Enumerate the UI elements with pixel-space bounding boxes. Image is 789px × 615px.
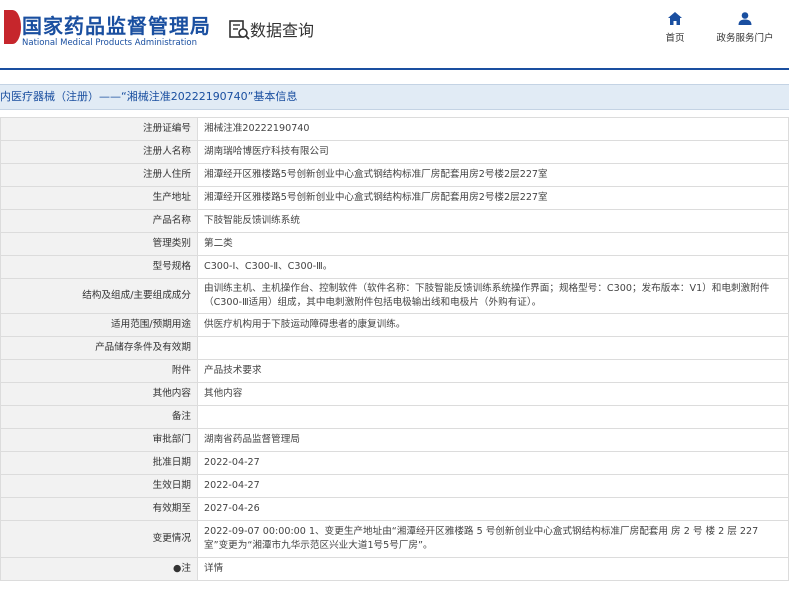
info-row: 产品名称 下肢智能反馈训练系统 — [0, 209, 789, 233]
field-value: C300-Ⅰ、C300-Ⅱ、C300-Ⅲ。 — [197, 255, 789, 279]
info-row: 批准日期 2022-04-27 — [0, 451, 789, 475]
field-value: 湖南省药品监督管理局 — [197, 428, 789, 452]
field-label: 批准日期 — [0, 451, 198, 475]
field-value: 供医疗机构用于下肢运动障碍患者的康复训练。 — [197, 313, 789, 337]
nav-home-link[interactable]: 首页 — [653, 12, 697, 44]
info-row: 注册人住所 湘潭经开区雅楼路5号创新创业中心盒式钢结构标准厂房配套用房2号楼2层2… — [0, 163, 789, 187]
nav-portal-link[interactable]: 政务服务门户 — [710, 12, 780, 44]
info-row: 注册人名称 湖南瑞哈博医疗科技有限公司 — [0, 140, 789, 164]
user-icon — [738, 12, 752, 25]
field-value: 湘潭经开区雅楼路5号创新创业中心盒式钢结构标准厂房配套用房2号楼2层227室 — [197, 163, 789, 187]
header-divider — [0, 68, 789, 70]
field-label: 型号规格 — [0, 255, 198, 279]
field-value: 由训练主机、主机操作台、控制软件（软件名称：下肢智能反馈训练系统操作界面；规格型… — [197, 278, 789, 314]
field-label: 注册人住所 — [0, 163, 198, 187]
data-query-title: 数据查询 — [250, 21, 315, 40]
field-label: 有效期至 — [0, 497, 198, 521]
logo-title-cn: 国家药品监督管理局 — [22, 14, 211, 38]
field-value — [197, 405, 789, 429]
field-value: 第二类 — [197, 232, 789, 256]
field-label: 产品名称 — [0, 209, 198, 233]
field-value: 2022-04-27 — [197, 451, 789, 475]
logo-title-en: National Medical Products Administration — [22, 38, 197, 48]
info-row: 适用范围/预期用途 供医疗机构用于下肢运动障碍患者的康复训练。 — [0, 313, 789, 337]
info-row: 附件 产品技术要求 — [0, 359, 789, 383]
field-label: 附件 — [0, 359, 198, 383]
nmpa-logo-icon — [4, 10, 21, 44]
device-info-table: 注册证编号 湘械注准20222190740 注册人名称 湖南瑞哈博医疗科技有限公司 注册… — [0, 117, 789, 581]
field-value: 湘潭经开区雅楼路5号创新创业中心盒式钢结构标准厂房配套用房2号楼2层227室 — [197, 186, 789, 210]
details-link[interactable]: 详情 — [197, 557, 789, 581]
info-row: 生产地址 湘潭经开区雅楼路5号创新创业中心盒式钢结构标准厂房配套用房2号楼2层22… — [0, 186, 789, 210]
field-value: 2022-04-27 — [197, 474, 789, 498]
field-value: 湖南瑞哈博医疗科技有限公司 — [197, 140, 789, 164]
info-row: 生效日期 2022-04-27 — [0, 474, 789, 498]
info-row: 有效期至 2027-04-26 — [0, 497, 789, 521]
info-row: 审批部门 湖南省药品监督管理局 — [0, 428, 789, 452]
field-label: 其他内容 — [0, 382, 198, 406]
field-label: 产品储存条件及有效期 — [0, 336, 198, 360]
info-row: 型号规格 C300-Ⅰ、C300-Ⅱ、C300-Ⅲ。 — [0, 255, 789, 279]
field-label: 注册人名称 — [0, 140, 198, 164]
info-row: 变更情况 2022-09-07 00:00:00 1、变更生产地址由“湘潭经开区雅… — [0, 520, 789, 558]
field-value: 2022-09-07 00:00:00 1、变更生产地址由“湘潭经开区雅楼路 5… — [197, 520, 789, 558]
home-icon — [668, 12, 682, 25]
info-row: 管理类别 第二类 — [0, 232, 789, 256]
field-label: 生效日期 — [0, 474, 198, 498]
data-query-icon — [229, 20, 250, 40]
info-row: 备注 — [0, 405, 789, 429]
field-label: ●注 — [0, 557, 198, 581]
field-value: 湘械注准20222190740 — [197, 117, 789, 141]
info-row: 产品储存条件及有效期 — [0, 336, 789, 360]
field-value: 其他内容 — [197, 382, 789, 406]
page-title: 内医疗器械（注册）——“湘械注准20222190740”基本信息 — [0, 90, 298, 103]
field-label: 变更情况 — [0, 520, 198, 558]
info-row: 结构及组成/主要组成成分 由训练主机、主机操作台、控制软件（软件名称：下肢智能反馈… — [0, 278, 789, 314]
page-title-bar: 内医疗器械（注册）——“湘械注准20222190740”基本信息 — [0, 84, 789, 110]
field-label: 结构及组成/主要组成成分 — [0, 278, 198, 314]
field-label: 注册证编号 — [0, 117, 198, 141]
field-label: 管理类别 — [0, 232, 198, 256]
field-value — [197, 336, 789, 360]
field-label: 适用范围/预期用途 — [0, 313, 198, 337]
nav-portal-label: 政务服务门户 — [716, 33, 774, 44]
field-label: 备注 — [0, 405, 198, 429]
field-label: 生产地址 — [0, 186, 198, 210]
field-label: 审批部门 — [0, 428, 198, 452]
info-row: ●注 详情 — [0, 557, 789, 581]
field-value: 2027-04-26 — [197, 497, 789, 521]
site-header: 国家药品监督管理局 National Medical Products Admi… — [0, 0, 789, 64]
info-row: 其他内容 其他内容 — [0, 382, 789, 406]
field-value: 下肢智能反馈训练系统 — [197, 209, 789, 233]
nav-home-label: 首页 — [665, 33, 685, 44]
field-value: 产品技术要求 — [197, 359, 789, 383]
info-row: 注册证编号 湘械注准20222190740 — [0, 117, 789, 141]
